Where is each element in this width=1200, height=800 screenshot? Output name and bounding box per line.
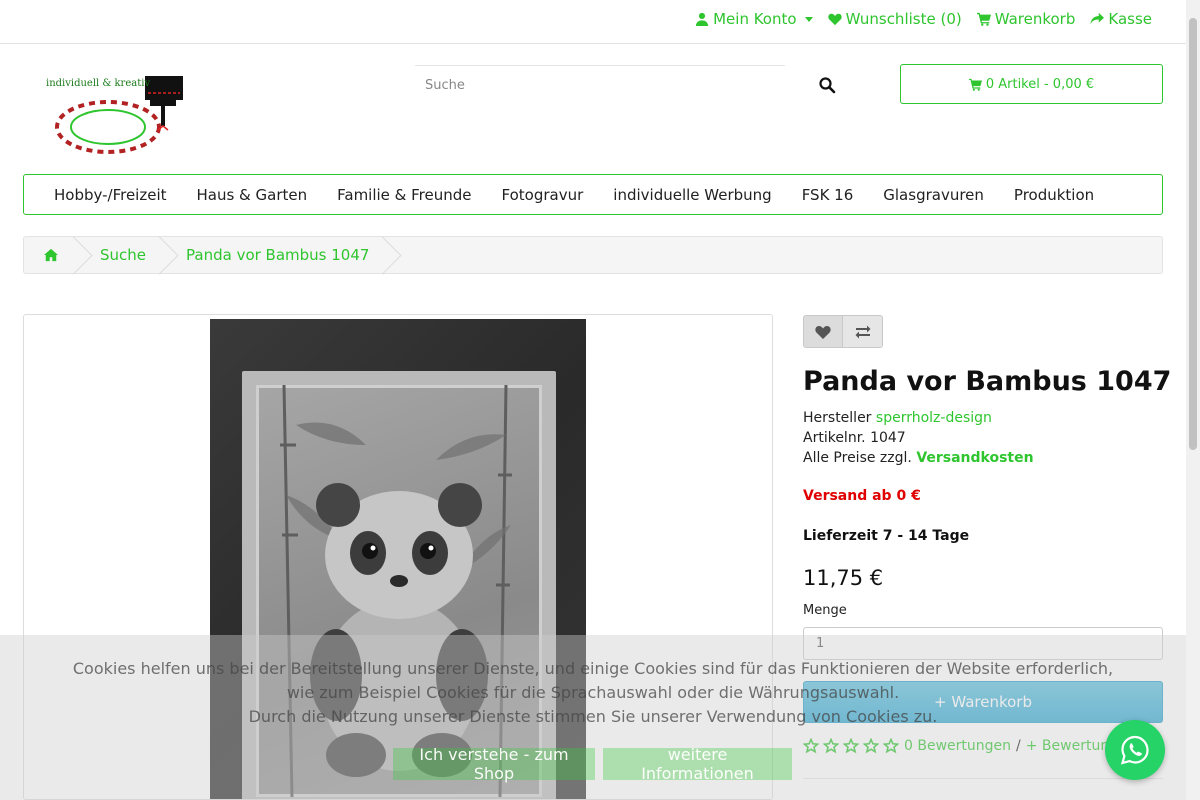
cart-link[interactable]: Warenkorb — [976, 10, 1076, 28]
cart-icon — [976, 12, 991, 26]
breadcrumb-product[interactable]: Panda vor Bambus 1047 — [164, 237, 387, 273]
top-nav: Mein Konto Wunschliste (0) Warenkorb Kas… — [695, 10, 1152, 28]
cookie-banner: Cookies helfen uns bei der Bereitstellun… — [0, 635, 1186, 800]
cookie-text-line: wie zum Beispiel Cookies für die Spracha… — [286, 683, 900, 702]
breadcrumb: Suche Panda vor Bambus 1047 — [23, 236, 1163, 274]
category-produktion[interactable]: Produktion — [1014, 186, 1094, 204]
add-to-wishlist-button[interactable] — [803, 315, 843, 348]
article-label: Artikelnr. — [803, 430, 866, 446]
home-icon — [44, 248, 58, 262]
category-fsk16[interactable]: FSK 16 — [802, 186, 854, 204]
prices-note-row: Alle Preise zzgl. Versandkosten — [803, 448, 1034, 468]
category-hobby[interactable]: Hobby-/Freizeit — [54, 186, 167, 204]
compare-button[interactable] — [843, 315, 883, 348]
exchange-icon — [855, 325, 870, 338]
shipping-costs-link[interactable]: Versandkosten — [916, 450, 1033, 466]
manufacturer-label: Hersteller — [803, 410, 872, 426]
article-number: 1047 — [870, 430, 906, 446]
share-arrow-icon — [1090, 12, 1105, 25]
manufacturer-row: Hersteller sperrholz-design — [803, 408, 1034, 428]
breadcrumb-search[interactable]: Suche — [78, 237, 164, 273]
checkout-label: Kasse — [1108, 10, 1152, 28]
scrollbar-thumb[interactable] — [1189, 18, 1197, 450]
wishlist-link[interactable]: Wunschliste (0) — [827, 10, 962, 28]
heart-icon — [815, 325, 831, 339]
search-input[interactable] — [425, 78, 785, 93]
category-haus-garten[interactable]: Haus & Garten — [197, 186, 308, 204]
cart-summary-label: 0 Artikel - 0,00 € — [985, 76, 1095, 92]
page-scrollbar[interactable] — [1186, 0, 1200, 800]
article-row: Artikelnr. 1047 — [803, 428, 1034, 448]
caret-down-icon — [804, 16, 813, 22]
whatsapp-icon — [1120, 735, 1149, 765]
account-label: Mein Konto — [713, 10, 797, 28]
product-price: 11,75 € — [803, 566, 884, 590]
category-nav: Hobby-/Freizeit Haus & Garten Familie & … — [23, 174, 1163, 215]
heart-icon — [827, 13, 842, 26]
logo-text: individuell & kreativ — [46, 78, 151, 89]
product-title: Panda vor Bambus 1047 — [803, 366, 1172, 397]
account-menu[interactable]: Mein Konto — [695, 10, 813, 28]
category-fotogravur[interactable]: Fotogravur — [502, 186, 584, 204]
cart-label: Warenkorb — [994, 10, 1076, 28]
cookie-text-line: Durch die Nutzung unserer Dienste stimme… — [248, 707, 938, 726]
breadcrumb-home[interactable] — [24, 237, 78, 273]
prices-note: Alle Preise zzgl. — [803, 450, 912, 466]
cookie-text-line: Cookies helfen uns bei der Bereitstellun… — [72, 659, 1114, 678]
category-glasgravuren[interactable]: Glasgravuren — [883, 186, 984, 204]
cookie-text: Cookies helfen uns bei der Bereitstellun… — [0, 657, 1186, 729]
cookie-more-info-button[interactable]: weitere Informationen — [603, 745, 792, 783]
category-familie-freunde[interactable]: Familie & Freunde — [337, 186, 471, 204]
search-box — [415, 65, 785, 105]
wishlist-label: Wunschliste (0) — [845, 10, 962, 28]
category-individuelle-werbung[interactable]: individuelle Werbung — [613, 186, 771, 204]
user-icon — [695, 12, 709, 26]
checkout-link[interactable]: Kasse — [1090, 10, 1152, 28]
whatsapp-button[interactable] — [1105, 720, 1165, 780]
cookie-accept-button[interactable]: Ich verstehe - zum Shop — [393, 745, 595, 783]
top-bar: Mein Konto Wunschliste (0) Warenkorb Kas… — [0, 0, 1200, 44]
search-icon[interactable] — [818, 76, 836, 94]
shop-logo[interactable]: individuell & kreativ — [40, 72, 190, 158]
shipping-from: Versand ab 0 € — [803, 488, 921, 504]
cart-icon — [968, 78, 982, 91]
manufacturer-link[interactable]: sperrholz-design — [876, 410, 992, 426]
product-actions — [803, 315, 883, 348]
cart-summary-button[interactable]: 0 Artikel - 0,00 € — [900, 64, 1163, 104]
delivery-time: Lieferzeit 7 - 14 Tage — [803, 528, 970, 544]
quantity-label: Menge — [803, 603, 847, 618]
product-meta: Hersteller sperrholz-design Artikelnr. 1… — [803, 408, 1034, 468]
